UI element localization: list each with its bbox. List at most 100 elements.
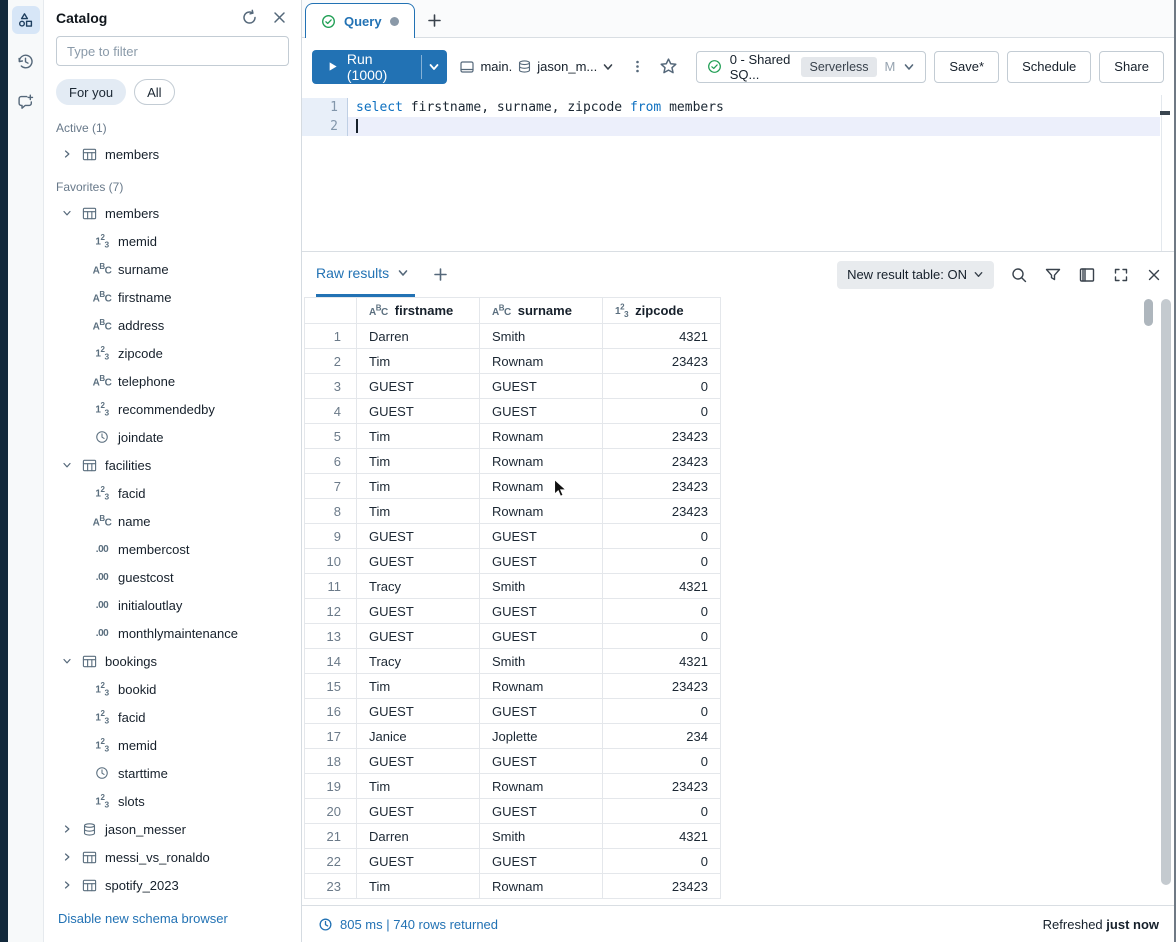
cell-surname[interactable]: GUEST (480, 699, 603, 724)
cell-surname[interactable]: Smith (480, 649, 603, 674)
cell-firstname[interactable]: GUEST (357, 699, 480, 724)
table-row[interactable]: 1DarrenSmith4321 (305, 324, 721, 349)
tree-item-bookings[interactable]: bookings (44, 647, 301, 675)
assistant-rail-button[interactable] (12, 88, 40, 116)
table-row[interactable]: 12GUESTGUEST0 (305, 599, 721, 624)
cell-zipcode[interactable]: 0 (603, 524, 721, 549)
cell-surname[interactable]: Rownam (480, 499, 603, 524)
table-row[interactable]: 14TracySmith4321 (305, 649, 721, 674)
tree-item-jason_messer[interactable]: jason_messer (44, 815, 301, 843)
schedule-button[interactable]: Schedule (1007, 51, 1091, 83)
chevron-right-icon[interactable] (60, 823, 74, 835)
toggle-side-panel-button[interactable] (1078, 266, 1096, 284)
tree-item-guestcost[interactable]: .00guestcost (44, 563, 301, 591)
table-row[interactable]: 6TimRownam23423 (305, 449, 721, 474)
cell-zipcode[interactable]: 4321 (603, 574, 721, 599)
filter-results-button[interactable] (1044, 266, 1062, 284)
cell-surname[interactable]: Rownam (480, 774, 603, 799)
new-tab-button[interactable] (415, 3, 455, 37)
new-result-table-toggle[interactable]: New result table: ON (837, 261, 994, 289)
cell-surname[interactable]: Smith (480, 824, 603, 849)
table-row[interactable]: 10GUESTGUEST0 (305, 549, 721, 574)
column-header-zipcode[interactable]: 123zipcode (603, 298, 721, 324)
table-row[interactable]: 20GUESTGUEST0 (305, 799, 721, 824)
table-row[interactable]: 2TimRownam23423 (305, 349, 721, 374)
row-number-cell[interactable]: 14 (305, 649, 357, 674)
cell-firstname[interactable]: GUEST (357, 849, 480, 874)
table-row[interactable]: 19TimRownam23423 (305, 774, 721, 799)
row-number-cell[interactable]: 21 (305, 824, 357, 849)
close-results-button[interactable] (1146, 267, 1162, 283)
table-row[interactable]: 15TimRownam23423 (305, 674, 721, 699)
table-row[interactable]: 23TimRownam23423 (305, 874, 721, 899)
cell-firstname[interactable]: GUEST (357, 599, 480, 624)
cell-surname[interactable]: GUEST (480, 524, 603, 549)
cell-firstname[interactable]: Tim (357, 499, 480, 524)
cell-firstname[interactable]: GUEST (357, 549, 480, 574)
tree-item-firstname[interactable]: ABCfirstname (44, 283, 301, 311)
cell-zipcode[interactable]: 23423 (603, 499, 721, 524)
table-row[interactable]: 3GUESTGUEST0 (305, 374, 721, 399)
cell-firstname[interactable]: GUEST (357, 374, 480, 399)
tree-item-surname[interactable]: ABCsurname (44, 255, 301, 283)
cell-firstname[interactable]: Tim (357, 449, 480, 474)
cell-zipcode[interactable]: 0 (603, 849, 721, 874)
tree-item-monthlymaintenance[interactable]: .00monthlymaintenance (44, 619, 301, 647)
cell-surname[interactable]: GUEST (480, 849, 603, 874)
row-number-cell[interactable]: 19 (305, 774, 357, 799)
results-grid-scrollbar-thumb[interactable] (1144, 299, 1153, 326)
chevron-down-icon[interactable] (60, 459, 74, 471)
run-options-button[interactable] (421, 50, 447, 84)
filter-pill-for-you[interactable]: For you (56, 79, 126, 105)
catalog-filter-input[interactable] (56, 36, 289, 66)
cell-firstname[interactable]: GUEST (357, 749, 480, 774)
catalog-schema-selector[interactable]: main. jason_m... (455, 59, 618, 75)
add-visualization-button[interactable] (433, 267, 448, 282)
cell-surname[interactable]: GUEST (480, 599, 603, 624)
table-row[interactable]: 13GUESTGUEST0 (305, 624, 721, 649)
results-panel-scrollbar-thumb[interactable] (1161, 299, 1171, 885)
cell-firstname[interactable]: GUEST (357, 799, 480, 824)
cell-zipcode[interactable]: 4321 (603, 649, 721, 674)
cell-firstname[interactable]: Tim (357, 474, 480, 499)
tree-item-facid[interactable]: 123facid (44, 479, 301, 507)
cell-zipcode[interactable]: 0 (603, 749, 721, 774)
favorite-query-button[interactable] (657, 54, 680, 80)
cell-zipcode[interactable]: 23423 (603, 674, 721, 699)
warehouse-selector[interactable]: 0 - Shared SQ... Serverless M (696, 51, 927, 83)
row-number-cell[interactable]: 23 (305, 874, 357, 899)
cell-firstname[interactable]: Tim (357, 774, 480, 799)
tree-item-slots[interactable]: 123slots (44, 787, 301, 815)
row-number-cell[interactable]: 7 (305, 474, 357, 499)
tree-item-facilities[interactable]: facilities (44, 451, 301, 479)
chevron-right-icon[interactable] (60, 879, 74, 891)
cell-surname[interactable]: Rownam (480, 674, 603, 699)
cell-zipcode[interactable]: 0 (603, 399, 721, 424)
table-row[interactable]: 8TimRownam23423 (305, 499, 721, 524)
row-number-cell[interactable]: 9 (305, 524, 357, 549)
cell-firstname[interactable]: Darren (357, 824, 480, 849)
refresh-catalog-button[interactable] (241, 9, 258, 26)
cell-surname[interactable]: GUEST (480, 374, 603, 399)
row-number-cell[interactable]: 2 (305, 349, 357, 374)
row-number-cell[interactable]: 12 (305, 599, 357, 624)
editor-line-2[interactable]: 2 (302, 117, 1176, 136)
history-rail-button[interactable] (12, 47, 40, 75)
chevron-down-icon[interactable] (60, 207, 74, 219)
cell-zipcode[interactable]: 0 (603, 799, 721, 824)
cell-zipcode[interactable]: 4321 (603, 324, 721, 349)
cell-surname[interactable]: Rownam (480, 874, 603, 899)
table-row[interactable]: 21DarrenSmith4321 (305, 824, 721, 849)
cell-surname[interactable]: Rownam (480, 349, 603, 374)
table-row[interactable]: 11TracySmith4321 (305, 574, 721, 599)
cell-zipcode[interactable]: 23423 (603, 474, 721, 499)
cell-firstname[interactable]: Darren (357, 324, 480, 349)
tree-item-joindate[interactable]: joindate (44, 423, 301, 451)
sql-editor[interactable]: 1select firstname, surname, zipcode from… (302, 95, 1176, 251)
row-number-cell[interactable]: 8 (305, 499, 357, 524)
cell-zipcode[interactable]: 0 (603, 624, 721, 649)
cell-firstname[interactable]: Tim (357, 349, 480, 374)
search-results-button[interactable] (1010, 266, 1028, 284)
table-row[interactable]: 4GUESTGUEST0 (305, 399, 721, 424)
cell-zipcode[interactable]: 0 (603, 374, 721, 399)
